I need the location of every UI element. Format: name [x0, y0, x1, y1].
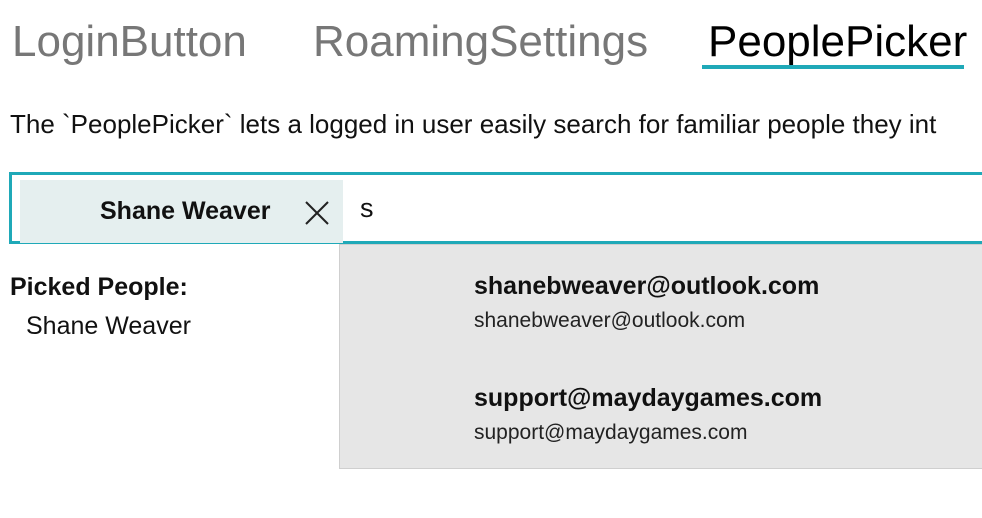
suggestion-title: shanebweaver@outlook.com: [474, 272, 820, 300]
tab-login-button[interactable]: LoginButton: [12, 12, 247, 72]
suggestions-list: shanebweaver@outlook.com shanebweaver@ou…: [339, 244, 982, 469]
page: LoginButton RoamingSettings PeoplePicker…: [0, 0, 982, 518]
suggestion-item[interactable]: shanebweaver@outlook.com shanebweaver@ou…: [340, 245, 982, 357]
picked-person-token[interactable]: Shane Weaver: [20, 180, 343, 243]
tab-people-picker[interactable]: PeoplePicker: [708, 12, 967, 72]
suggestion-title: support@maydaygames.com: [474, 384, 823, 412]
suggestion-subtitle: shanebweaver@outlook.com: [474, 309, 746, 332]
picked-person-item: Shane Weaver: [26, 312, 191, 340]
people-picker-box[interactable]: Shane Weaver: [9, 172, 982, 244]
pivot-header: LoginButton RoamingSettings PeoplePicker: [10, 12, 982, 82]
token-name: Shane Weaver: [100, 197, 271, 225]
search-input[interactable]: [360, 189, 660, 227]
description-text: The `PeoplePicker` lets a logged in user…: [10, 109, 937, 139]
suggestion-subtitle: support@maydaygames.com: [474, 421, 748, 444]
picked-people-label: Picked People:: [10, 273, 188, 301]
suggestion-item[interactable]: support@maydaygames.com support@maydayga…: [340, 357, 982, 469]
tab-roaming-settings[interactable]: RoamingSettings: [313, 12, 648, 72]
selected-tab-indicator: [702, 65, 964, 69]
close-icon[interactable]: [303, 199, 331, 227]
